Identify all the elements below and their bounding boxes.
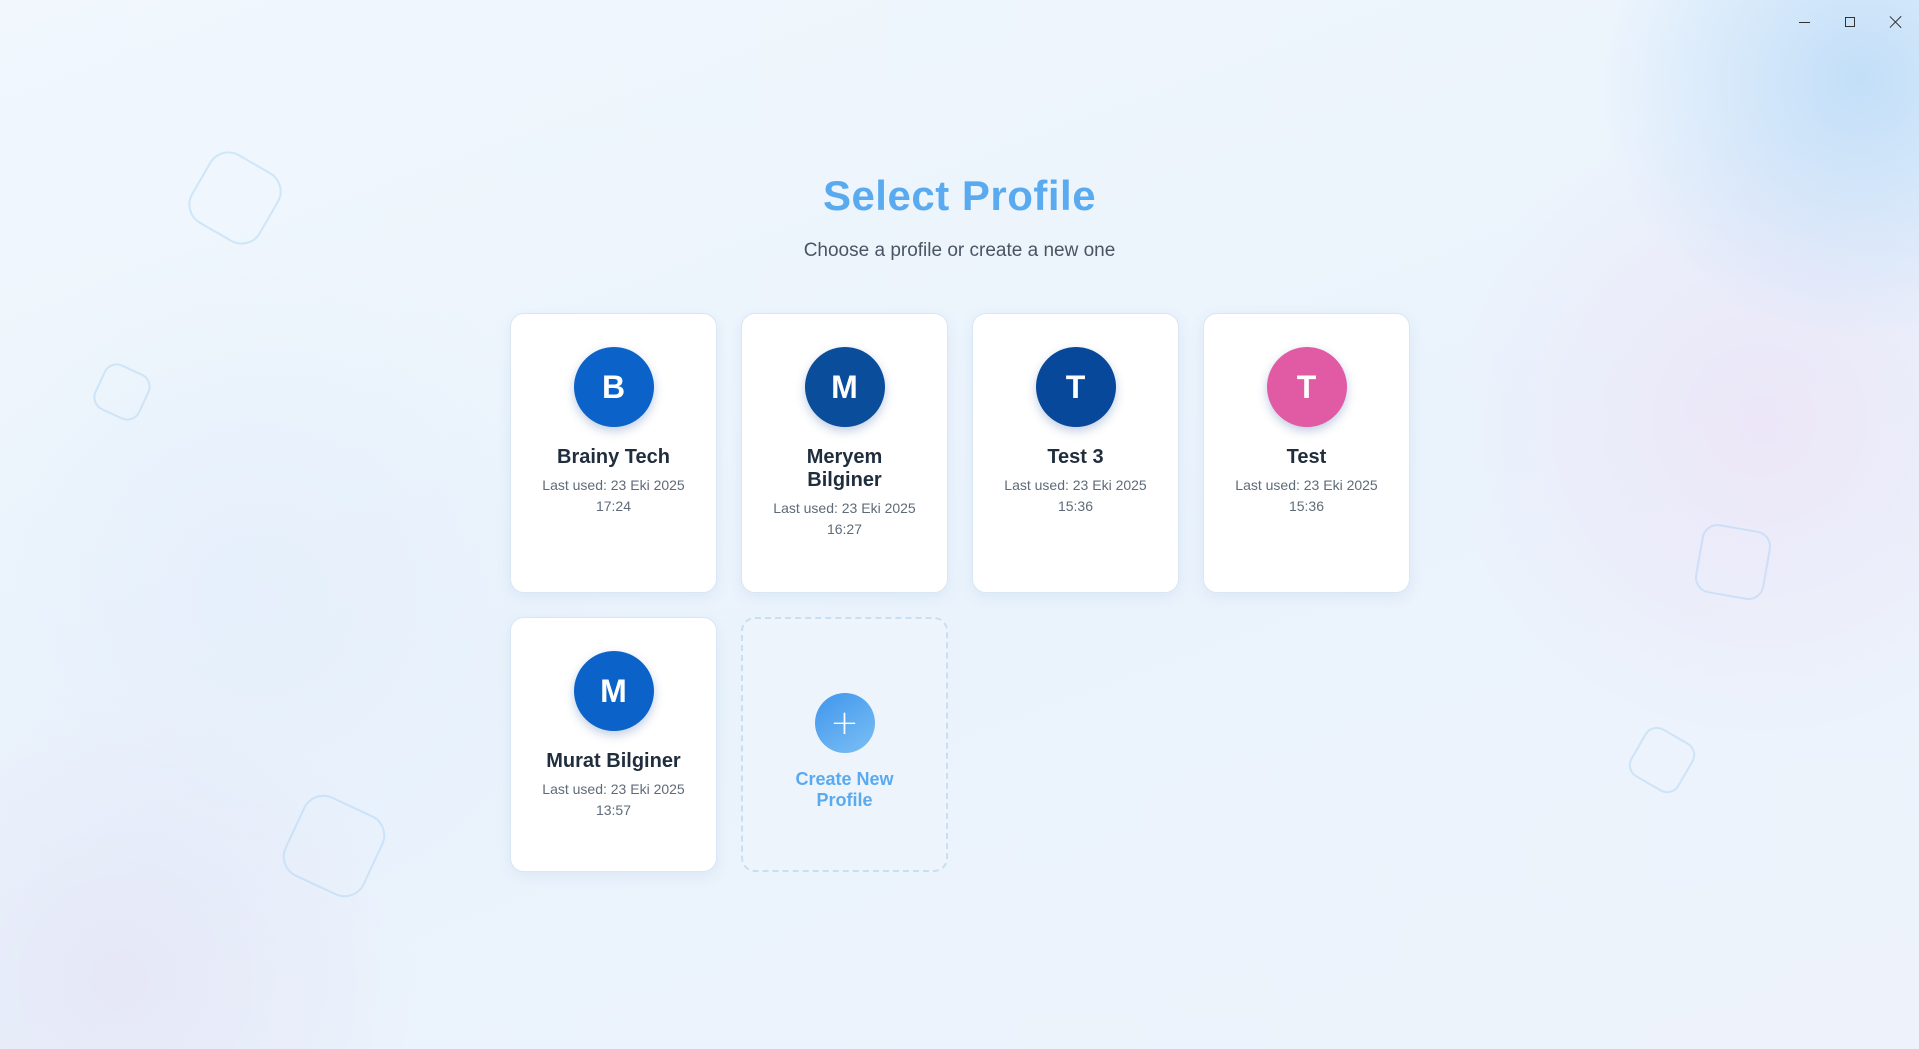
page-title: Select Profile (822, 172, 1097, 219)
avatar: T (1266, 347, 1347, 427)
avatar: T (1035, 347, 1116, 427)
avatar: M (804, 347, 885, 427)
decorative-shape (1623, 721, 1701, 799)
profile-last-used: Last used: 23 Eki 2025 17:24 (542, 477, 685, 514)
avatar: M (573, 651, 654, 731)
avatar: B (573, 347, 654, 427)
profile-name: Brainy Tech (557, 446, 670, 468)
decorative-shape (88, 358, 156, 426)
maximize-icon (1845, 17, 1855, 27)
create-profile-label: Create New Profile (795, 768, 894, 810)
profile-card[interactable]: M Murat Bilginer Last used: 23 Eki 2025 … (510, 617, 717, 872)
profile-name: Murat Bilginer (546, 750, 681, 772)
decorative-shape (1692, 521, 1774, 603)
profile-last-used: Last used: 23 Eki 2025 15:36 (1235, 477, 1378, 514)
profile-name: Meryem Bilginer (806, 446, 883, 491)
maximize-button[interactable] (1827, 0, 1873, 44)
close-icon (1890, 16, 1902, 28)
window-controls (1781, 0, 1919, 44)
profile-card[interactable]: M Meryem Bilginer Last used: 23 Eki 2025… (741, 313, 948, 593)
profile-card[interactable]: T Test 3 Last used: 23 Eki 2025 15:36 (972, 313, 1179, 593)
profile-name: Test (1286, 446, 1327, 468)
profile-card[interactable]: T Test Last used: 23 Eki 2025 15:36 (1203, 313, 1410, 593)
profile-grid: B Brainy Tech Last used: 23 Eki 2025 17:… (510, 313, 1410, 897)
create-profile-card[interactable]: + Create New Profile (741, 617, 948, 872)
close-button[interactable] (1873, 0, 1919, 44)
profile-last-used: Last used: 23 Eki 2025 15:36 (1004, 477, 1147, 514)
profile-card[interactable]: B Brainy Tech Last used: 23 Eki 2025 17:… (510, 313, 717, 593)
profile-last-used: Last used: 23 Eki 2025 16:27 (773, 500, 916, 537)
plus-icon: + (814, 692, 875, 753)
profile-last-used: Last used: 23 Eki 2025 13:57 (542, 781, 685, 818)
profile-name: Test 3 (1047, 446, 1104, 468)
page-subtitle: Choose a profile or create a new one (803, 240, 1116, 261)
decorative-shape (275, 787, 393, 905)
minimize-button[interactable] (1781, 0, 1827, 44)
minimize-icon (1798, 21, 1810, 23)
